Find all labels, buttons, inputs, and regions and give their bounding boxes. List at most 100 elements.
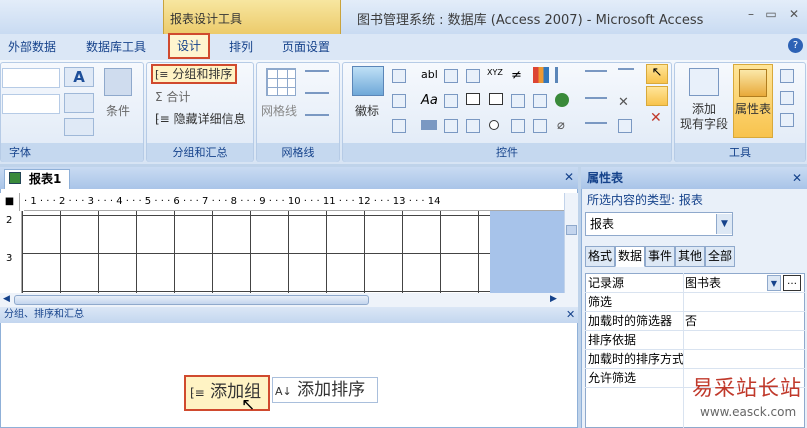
add-group-button[interactable]: ⁅≡ 添加组 bbox=[184, 375, 270, 411]
attachment-icon[interactable]: ⌀ bbox=[557, 118, 565, 133]
line-style-icon[interactable] bbox=[305, 92, 329, 94]
property-sheet-button[interactable]: 属性表 bbox=[733, 64, 773, 138]
tab-external-data[interactable]: 外部数据 bbox=[8, 38, 56, 55]
property-row-order-on-load[interactable]: 加载时的排序方式 bbox=[585, 350, 805, 369]
subform-icon[interactable] bbox=[511, 118, 525, 133]
add-fields-icon bbox=[689, 68, 719, 96]
chart-icon[interactable] bbox=[533, 67, 549, 83]
minimize-button[interactable]: – bbox=[743, 6, 759, 22]
tab-control-icon[interactable] bbox=[444, 68, 458, 83]
hide-details-icon: ⁅≡ bbox=[155, 112, 170, 126]
option-group-icon[interactable] bbox=[444, 93, 458, 108]
property-sheet-icon bbox=[739, 69, 767, 97]
code-icon[interactable] bbox=[780, 68, 794, 83]
chevron-down-icon[interactable]: ▼ bbox=[716, 214, 732, 234]
scroll-right-icon[interactable]: ▶ bbox=[550, 294, 557, 304]
select-pointer-icon[interactable]: ↖ bbox=[646, 64, 668, 84]
image-icon[interactable] bbox=[533, 118, 547, 133]
button-icon[interactable] bbox=[421, 120, 437, 130]
help-icon[interactable]: ? bbox=[788, 38, 803, 53]
view-code-icon[interactable] bbox=[780, 112, 794, 127]
scroll-left-icon[interactable]: ◀ bbox=[3, 294, 10, 304]
gridlines-button[interactable]: 网格线 bbox=[261, 102, 297, 119]
property-row-filter[interactable]: 筛选 bbox=[585, 293, 805, 312]
select-report-icon[interactable]: ■ bbox=[0, 193, 20, 211]
alternate-fill-button[interactable] bbox=[64, 118, 94, 136]
tab-other[interactable]: 其他 bbox=[675, 246, 705, 267]
unbound-object-icon[interactable] bbox=[533, 93, 547, 108]
vertical-scrollbar[interactable] bbox=[564, 193, 578, 293]
close-report-icon[interactable]: ✕ bbox=[564, 170, 574, 184]
tools-group-label: 工具 bbox=[675, 143, 805, 162]
property-value: 否 bbox=[685, 314, 698, 328]
record-source-dropdown-icon[interactable]: ▼ bbox=[767, 275, 781, 291]
set-default-icon[interactable] bbox=[618, 68, 634, 70]
tab-page-setup[interactable]: 页面设置 bbox=[282, 38, 330, 55]
property-name: 排序依据 bbox=[588, 333, 637, 347]
fill-color-button[interactable] bbox=[64, 93, 94, 113]
group-sort-label: 分组和排序 bbox=[172, 67, 233, 81]
hide-details-button[interactable]: ⁅≡ 隐藏详细信息 bbox=[155, 110, 246, 127]
totals-button[interactable]: Σ 合计 bbox=[155, 88, 190, 105]
list-box-icon[interactable] bbox=[444, 118, 458, 133]
textbox-icon[interactable]: abl bbox=[421, 68, 438, 81]
conditional-format-button[interactable]: 条件 bbox=[106, 102, 130, 119]
mouse-cursor-icon: ↖ bbox=[241, 395, 256, 415]
close-property-sheet-icon[interactable]: ✕ bbox=[792, 171, 802, 185]
label-icon[interactable]: Aa bbox=[421, 93, 438, 108]
selection-select[interactable]: 报表 bbox=[585, 212, 733, 236]
bound-object-icon[interactable] bbox=[511, 93, 525, 108]
tab-data[interactable]: 数据 bbox=[615, 246, 645, 267]
add-sort-button[interactable]: A↓ 添加排序 bbox=[272, 377, 378, 403]
tab-event[interactable]: 事件 bbox=[645, 246, 675, 267]
property-column-divider bbox=[683, 273, 684, 428]
control-wizard-icon[interactable] bbox=[646, 86, 668, 106]
title-icon[interactable] bbox=[392, 118, 406, 133]
vertical-scroll-thumb[interactable] bbox=[566, 225, 577, 235]
line-color-icon[interactable] bbox=[305, 114, 329, 116]
font-color-button[interactable]: A bbox=[64, 67, 94, 87]
builder-button[interactable]: … bbox=[783, 275, 801, 291]
logo-icon bbox=[352, 66, 384, 96]
tab-arrange[interactable]: 排列 bbox=[229, 38, 253, 55]
add-sort-label: 添加排序 bbox=[297, 380, 366, 400]
tab-format[interactable]: 格式 bbox=[585, 246, 615, 267]
combo-box-icon[interactable] bbox=[466, 118, 480, 133]
font-name-select[interactable] bbox=[2, 68, 60, 88]
line-type-icon[interactable] bbox=[585, 97, 607, 99]
tab-all[interactable]: 全部 bbox=[705, 246, 735, 267]
property-row-filter-on-load[interactable]: 加载时的筛选器 否 bbox=[585, 312, 805, 331]
add-existing-fields-button[interactable]: 添加 现有字段 bbox=[680, 102, 728, 132]
snap-icon[interactable] bbox=[618, 118, 632, 133]
horizontal-ruler: · 1 · · · 2 · · · 3 · · · 4 · · · 5 · · … bbox=[24, 193, 564, 211]
convert-macros-icon[interactable] bbox=[780, 90, 794, 105]
logo-button[interactable]: 徽标 bbox=[355, 102, 379, 119]
page-break-icon[interactable] bbox=[555, 67, 571, 83]
group-sort-button[interactable]: ⁅≡ 分组和排序 bbox=[151, 64, 237, 84]
line-icon[interactable] bbox=[489, 93, 503, 105]
insert-activex-icon[interactable]: ✕ bbox=[618, 95, 629, 110]
option-button-icon[interactable] bbox=[489, 120, 499, 130]
font-size-select[interactable] bbox=[2, 94, 60, 114]
toggle-icon[interactable]: ≠ bbox=[511, 68, 522, 83]
hyperlink-icon[interactable] bbox=[466, 68, 480, 83]
design-grid[interactable] bbox=[22, 211, 490, 293]
totals-label: 合计 bbox=[166, 90, 191, 104]
property-row-order-by[interactable]: 排序依据 bbox=[585, 331, 805, 350]
date-time-icon[interactable] bbox=[392, 68, 406, 83]
rectangle-icon[interactable] bbox=[466, 93, 480, 105]
tab-design[interactable]: 设计 bbox=[168, 33, 210, 59]
page-number-icon[interactable] bbox=[392, 93, 406, 108]
horizontal-scroll-thumb[interactable] bbox=[14, 295, 369, 305]
line-width-icon[interactable] bbox=[305, 70, 329, 72]
web-browser-icon[interactable] bbox=[555, 93, 569, 107]
line-thickness-icon[interactable] bbox=[585, 70, 607, 72]
remove-icon[interactable]: ✕ bbox=[650, 110, 662, 126]
maximize-button[interactable]: ▭ bbox=[763, 6, 779, 22]
close-button[interactable]: ✕ bbox=[786, 6, 802, 22]
group-sort-icon: ⁅≡ bbox=[155, 68, 169, 81]
close-group-pane-icon[interactable]: ✕ bbox=[566, 308, 575, 321]
tab-database-tools[interactable]: 数据库工具 bbox=[86, 38, 146, 55]
border-color-icon[interactable] bbox=[585, 122, 607, 124]
xyz-chart-icon[interactable]: XYZ bbox=[487, 68, 503, 77]
